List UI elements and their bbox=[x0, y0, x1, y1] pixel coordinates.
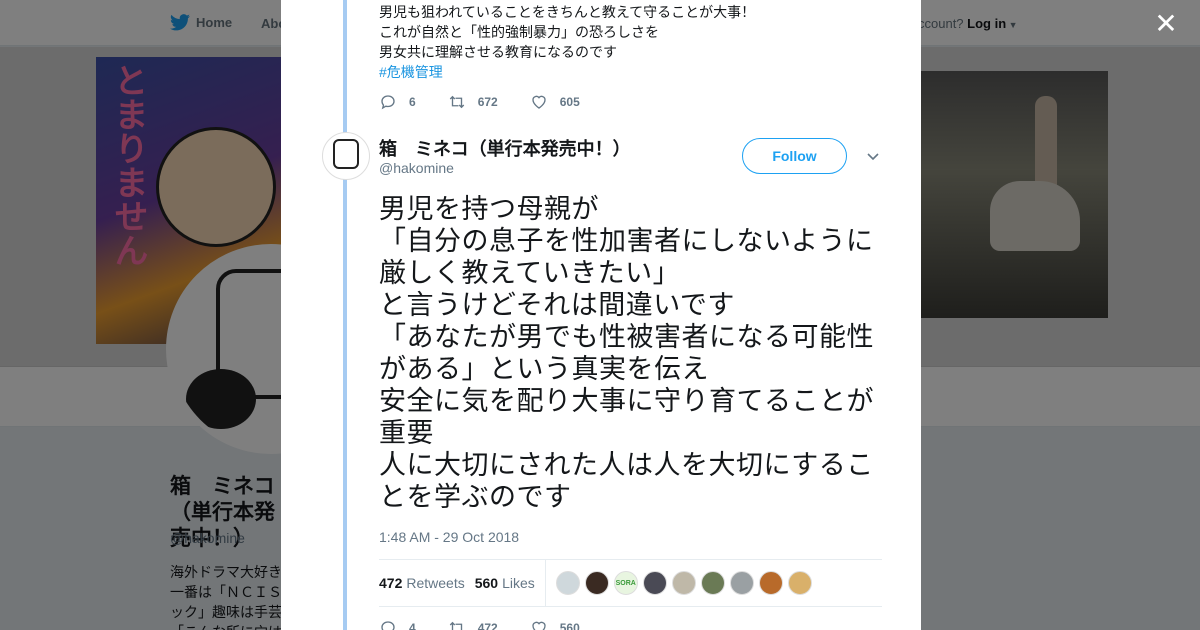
tweet-timestamp[interactable]: 1:48 AM - 29 Oct 2018 bbox=[379, 529, 519, 545]
likes-stat-count: 560 bbox=[474, 575, 499, 591]
like-button[interactable]: 605 bbox=[530, 93, 580, 111]
retweets-stat-count: 472 bbox=[379, 575, 403, 591]
reply-count: 4 bbox=[409, 621, 416, 630]
retweet-count: 672 bbox=[477, 95, 498, 109]
previous-tweet-line: 男女共に理解させる教育になるのです bbox=[379, 44, 617, 60]
chevron-down-icon[interactable] bbox=[865, 149, 881, 165]
likes-stat[interactable]: 560 Likes bbox=[475, 575, 535, 591]
tweet-stats: 472 Retweets 560 Likes SORA bbox=[379, 559, 882, 607]
tweet-actions: 4 472 560 bbox=[379, 619, 612, 630]
liker-avatar[interactable] bbox=[700, 571, 725, 595]
thread-line bbox=[343, 0, 347, 630]
reply-count: 6 bbox=[409, 95, 416, 109]
liker-avatar[interactable] bbox=[584, 571, 609, 595]
previous-tweet-line: 男児も狙われていることをきちんと教えて守ることが大事！ bbox=[379, 4, 756, 20]
retweet-button[interactable]: 672 bbox=[448, 93, 498, 111]
liker-avatar[interactable] bbox=[729, 571, 754, 595]
likes-stat-label: Likes bbox=[502, 575, 535, 591]
like-count: 605 bbox=[559, 95, 580, 109]
previous-tweet-actions: 6 672 605 bbox=[379, 93, 612, 111]
like-count: 560 bbox=[559, 621, 580, 630]
like-button[interactable]: 560 bbox=[530, 619, 580, 630]
avatar-cat-drawing bbox=[333, 139, 359, 169]
liker-avatar[interactable] bbox=[642, 571, 667, 595]
heart-icon bbox=[532, 95, 546, 109]
tweet-author-avatar[interactable] bbox=[322, 132, 370, 180]
retweet-count: 472 bbox=[477, 621, 498, 630]
previous-tweet-text: 男児も狙われていることをきちんと教えて守ることが大事！ これが自然と「性的強制暴… bbox=[379, 2, 755, 82]
heart-icon bbox=[532, 621, 546, 630]
reply-button[interactable]: 4 bbox=[379, 619, 416, 630]
reply-button[interactable]: 6 bbox=[379, 93, 416, 111]
stats-divider bbox=[544, 559, 546, 607]
liker-avatar[interactable] bbox=[671, 571, 696, 595]
liker-avatar[interactable] bbox=[787, 571, 812, 595]
liker-avatar[interactable] bbox=[758, 571, 783, 595]
liker-avatar[interactable] bbox=[555, 571, 580, 595]
tweet-author-name[interactable]: 箱 ミネコ（単行本発売中！） bbox=[379, 135, 631, 161]
tweet-text: 男児を持つ母親が 「自分の息子を性加害者にしないように厳しく教えていきたい」 と… bbox=[379, 194, 874, 513]
liker-avatars: SORA bbox=[555, 571, 812, 595]
retweet-icon bbox=[449, 95, 464, 109]
hashtag-link[interactable]: #危機管理 bbox=[379, 62, 755, 82]
reply-icon bbox=[381, 95, 395, 110]
previous-tweet-line: これが自然と「性的強制暴力」の恐ろしさを bbox=[379, 24, 659, 40]
follow-button[interactable]: Follow bbox=[742, 138, 847, 174]
liker-avatar[interactable]: SORA bbox=[613, 571, 638, 595]
close-icon[interactable]: ✕ bbox=[1154, 10, 1178, 38]
reply-icon bbox=[381, 621, 395, 630]
retweet-icon bbox=[449, 621, 462, 630]
tweet-author-handle[interactable]: @hakomine bbox=[379, 160, 454, 176]
retweet-button[interactable]: 472 bbox=[448, 619, 498, 630]
retweets-stat-label: Retweets bbox=[406, 575, 465, 591]
tweet-modal: 男児も狙われていることをきちんと教えて守ることが大事！ これが自然と「性的強制暴… bbox=[281, 0, 921, 630]
retweets-stat[interactable]: 472 Retweets bbox=[379, 575, 465, 591]
